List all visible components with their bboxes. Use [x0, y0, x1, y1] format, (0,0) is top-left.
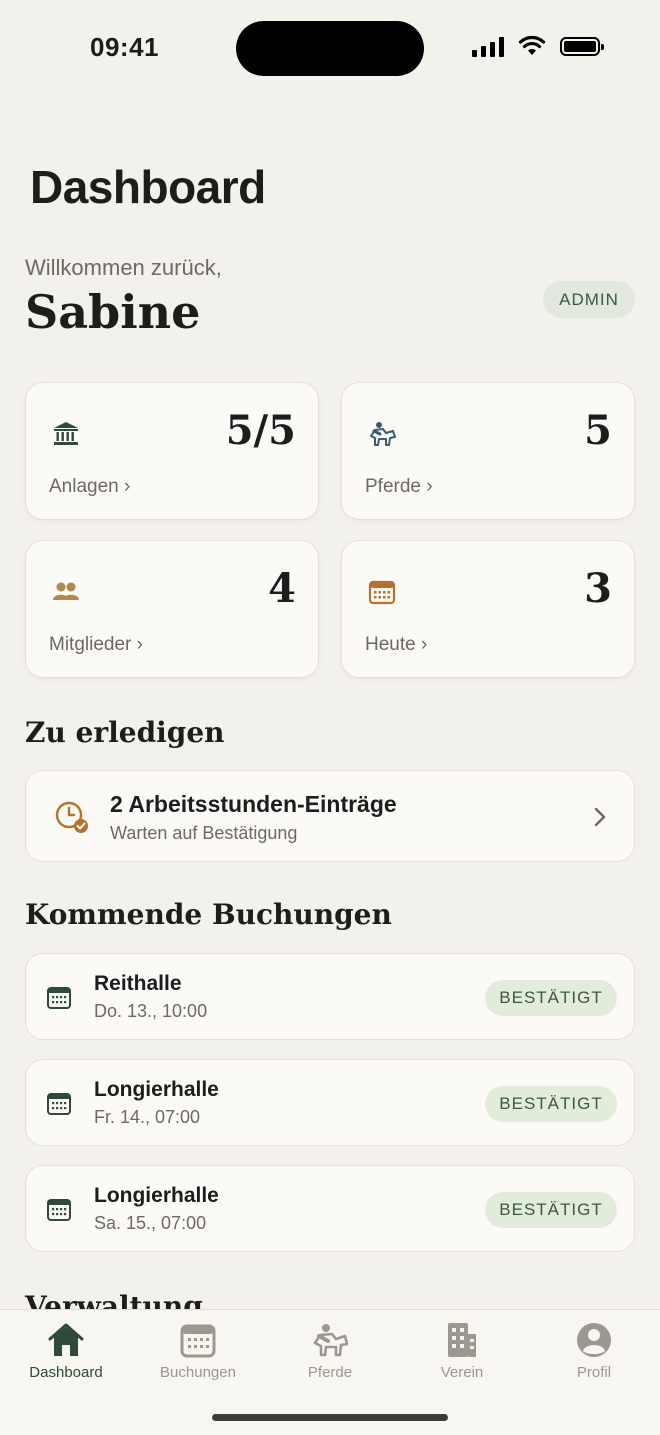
stat-label: Pferde ›	[365, 476, 433, 497]
cellular-signal-icon	[472, 35, 504, 57]
stat-card-pferde[interactable]: 5 Pferde ›	[341, 382, 635, 520]
tab-buchungen[interactable]: Buchungen	[132, 1310, 264, 1390]
home-icon	[48, 1323, 84, 1356]
tab-label: Verein	[440, 1364, 484, 1381]
stat-label: Heute ›	[365, 634, 428, 655]
building-icon	[448, 1323, 476, 1357]
building-columns-icon	[54, 422, 78, 445]
stat-label: Anlagen ›	[49, 476, 131, 497]
calendar-icon	[180, 1324, 216, 1358]
role-badge: ADMIN	[543, 281, 635, 318]
booking-status-badge: BESTÄTIGT	[485, 980, 617, 1016]
person-circle-icon	[577, 1323, 611, 1357]
status-bar: 09:41	[0, 0, 660, 96]
stat-value: 5	[584, 407, 612, 454]
tab-dashboard[interactable]: Dashboard	[0, 1310, 132, 1390]
calendar-icon	[47, 1093, 71, 1115]
tab-label: Dashboard	[29, 1364, 103, 1381]
tab-verein[interactable]: Verein	[396, 1310, 528, 1390]
clock-check-icon	[55, 801, 88, 833]
booking-time: Do. 13., 10:00	[94, 1001, 208, 1021]
home-indicator	[212, 1414, 448, 1421]
todo-title: 2 Arbeitsstunden-Einträge	[110, 791, 397, 817]
tab-pferde[interactable]: Pferde	[264, 1310, 396, 1390]
tab-label: Profil	[576, 1364, 612, 1381]
tab-label: Pferde	[307, 1364, 353, 1381]
booking-item[interactable]: Longierhalle Fr. 14., 07:00 BESTÄTIGT	[25, 1059, 635, 1146]
booking-facility: Longierhalle	[94, 1184, 219, 1207]
stat-label: Mitglieder ›	[49, 634, 143, 655]
stat-value: 3	[584, 565, 612, 612]
booking-status-badge: BESTÄTIGT	[485, 1086, 617, 1122]
calendar-icon	[47, 1199, 71, 1221]
booking-facility: Longierhalle	[94, 1078, 219, 1101]
calendar-icon	[47, 987, 71, 1009]
status-time: 09:41	[90, 32, 159, 62]
stat-card-mitglieder[interactable]: 4 Mitglieder ›	[25, 540, 319, 678]
horse-rider-icon	[313, 1324, 349, 1357]
stat-card-anlagen[interactable]: 5/5 Anlagen ›	[25, 382, 319, 520]
user-name: Sabine	[25, 285, 201, 339]
people-icon	[53, 582, 79, 600]
chevron-right-icon	[594, 807, 606, 827]
tab-profil[interactable]: Profil	[528, 1310, 660, 1390]
tab-label: Buchungen	[160, 1364, 236, 1381]
booking-time: Fr. 14., 07:00	[94, 1107, 201, 1127]
horse-rider-icon	[370, 422, 396, 446]
todo-subtitle: Warten auf Bestätigung	[110, 823, 298, 843]
page-title: Dashboard	[30, 161, 266, 213]
stat-value: 4	[268, 565, 296, 612]
welcome-text: Willkommen zurück,	[25, 255, 222, 280]
booking-item[interactable]: Reithalle Do. 13., 10:00 BESTÄTIGT	[25, 953, 635, 1040]
stat-card-heute[interactable]: 3 Heute ›	[341, 540, 635, 678]
booking-status-badge: BESTÄTIGT	[485, 1192, 617, 1228]
status-icons	[472, 35, 604, 57]
section-title-todo: Zu erledigen	[25, 716, 225, 749]
booking-time: Sa. 15., 07:00	[94, 1213, 207, 1233]
battery-icon	[560, 36, 604, 56]
todo-card-work-hours[interactable]: 2 Arbeitsstunden-Einträge Warten auf Bes…	[25, 770, 635, 862]
stat-value: 5/5	[225, 407, 296, 454]
booking-item[interactable]: Longierhalle Sa. 15., 07:00 BESTÄTIGT	[25, 1165, 635, 1252]
wifi-icon	[518, 35, 546, 55]
dynamic-island	[236, 21, 424, 76]
calendar-icon	[368, 580, 396, 605]
section-title-bookings: Kommende Buchungen	[25, 898, 392, 931]
booking-facility: Reithalle	[94, 972, 182, 995]
